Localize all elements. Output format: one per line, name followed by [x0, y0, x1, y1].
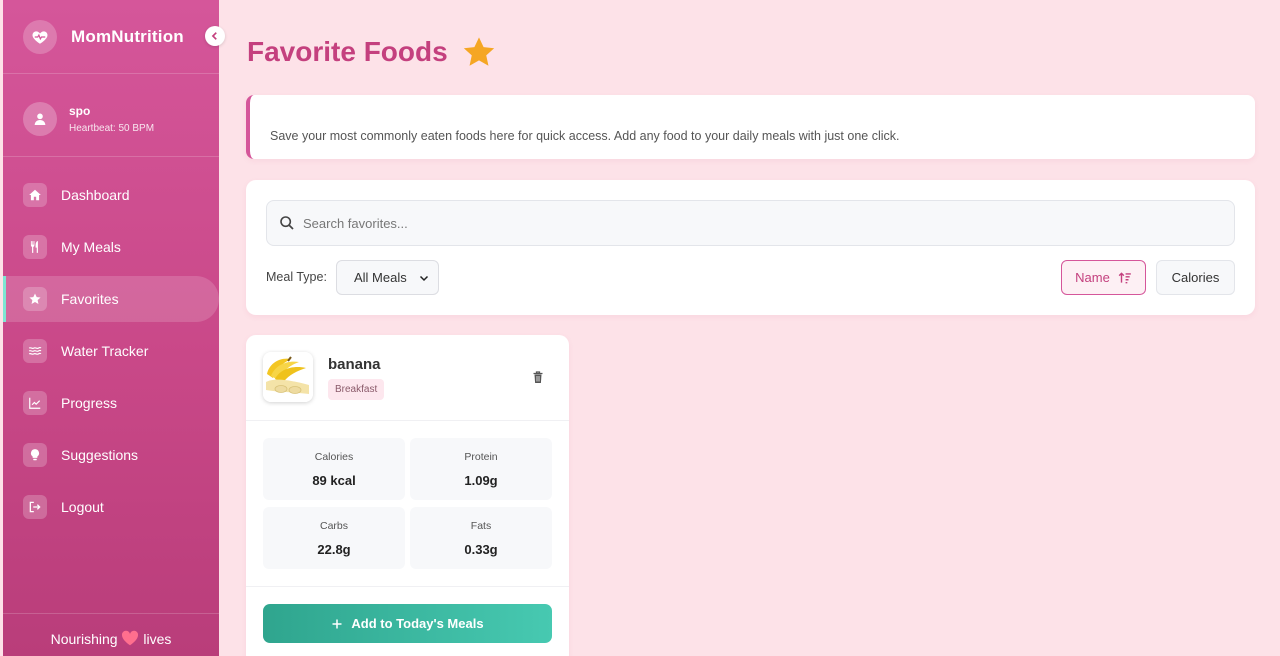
protein-stat: Protein 1.09g: [410, 438, 552, 500]
star-icon: [463, 37, 494, 66]
stat-value: 0.33g: [464, 542, 498, 557]
sort-by-calories-button[interactable]: Calories: [1156, 260, 1235, 295]
calories-stat: Calories 89 kcal: [263, 438, 405, 500]
user-icon: [34, 113, 46, 125]
heart-icon: [122, 630, 139, 646]
sidebar-item-progress[interactable]: Progress: [3, 380, 219, 426]
user-profile[interactable]: spo Heartbeat: 50 BPM: [23, 102, 154, 136]
add-to-todays-meals-button[interactable]: Add to Today's Meals: [263, 604, 552, 643]
fats-stat: Fats 0.33g: [410, 507, 552, 569]
footer-text-right: lives: [143, 631, 172, 647]
footer-text-left: Nourishing: [50, 631, 118, 647]
stat-value: 89 kcal: [312, 473, 356, 488]
heart-pulse-icon: [23, 20, 57, 54]
chart-line-icon: [23, 391, 47, 415]
food-name: banana: [328, 356, 381, 373]
utensils-icon: [23, 235, 47, 259]
sidebar-item-label: Suggestions: [61, 447, 139, 463]
search-box[interactable]: [266, 200, 1235, 246]
search-input[interactable]: [303, 215, 1203, 231]
info-banner: Save your most commonly eaten foods here…: [246, 95, 1255, 159]
sort-name-label: Name: [1075, 270, 1110, 285]
sidebar-item-dashboard[interactable]: Dashboard: [3, 172, 219, 218]
logout-icon: [23, 495, 47, 519]
stat-label: Calories: [314, 451, 354, 463]
lightbulb-icon: [23, 443, 47, 467]
carbs-stat: Carbs 22.8g: [263, 507, 405, 569]
plus-icon: [332, 619, 342, 628]
brand[interactable]: MomNutrition: [23, 20, 184, 54]
sort-ascending-icon: [1118, 271, 1131, 283]
sidebar-item-label: Logout: [61, 499, 104, 515]
meal-tag: Breakfast: [328, 379, 385, 400]
sidebar-divider: [3, 73, 219, 74]
sidebar-item-water-tracker[interactable]: Water Tracker: [3, 328, 219, 374]
user-heartbeat: Heartbeat: 50 BPM: [69, 123, 155, 134]
sidebar-item-logout[interactable]: Logout: [3, 484, 219, 530]
meal-type-select[interactable]: All Meals: [336, 260, 439, 295]
chevron-down-icon: [419, 275, 429, 282]
trash-icon: [533, 371, 543, 383]
sort-calories-label: Calories: [1171, 270, 1220, 285]
banana-icon: [263, 352, 313, 402]
stat-value: 22.8g: [317, 542, 351, 557]
stat-label: Carbs: [319, 520, 348, 532]
add-button-label: Add to Today's Meals: [351, 616, 484, 631]
page-title-text: Favorite Foods: [247, 36, 448, 67]
sidebar: MomNutrition spo Heartbeat: 50 BPM Dashb…: [3, 0, 219, 656]
page-title: Favorite Foods: [247, 36, 496, 68]
chevron-left-icon: [211, 32, 217, 40]
card-divider: [246, 586, 569, 587]
sidebar-item-label: Favorites: [61, 291, 119, 307]
info-text: Save your most commonly eaten foods here…: [270, 129, 900, 143]
sidebar-item-label: Dashboard: [61, 187, 130, 203]
food-card: banana Breakfast Calories 89 kcal Protei…: [246, 335, 569, 656]
sidebar-item-suggestions[interactable]: Suggestions: [3, 432, 219, 478]
sidebar-item-label: My Meals: [61, 239, 121, 255]
stat-label: Protein: [464, 451, 498, 463]
brand-name: MomNutrition: [71, 27, 184, 46]
star-icon: [23, 287, 47, 311]
filter-panel: Meal Type: All Meals Name Calories: [246, 180, 1255, 315]
sidebar-item-my-meals[interactable]: My Meals: [3, 224, 219, 270]
sidebar-nav: Dashboard My Meals Favorites Water Track…: [3, 172, 219, 536]
home-icon: [23, 183, 47, 207]
sidebar-footer: Nourishing lives: [3, 630, 219, 647]
avatar: [23, 102, 57, 136]
sidebar-item-label: Progress: [61, 395, 118, 411]
food-image: [263, 352, 313, 402]
meal-type-label: Meal Type:: [266, 270, 327, 284]
sidebar-item-favorites[interactable]: Favorites: [3, 276, 219, 322]
sidebar-item-label: Water Tracker: [61, 343, 149, 359]
sidebar-collapse-button[interactable]: [205, 26, 225, 46]
search-icon: [280, 216, 294, 230]
meal-type-value: All Meals: [354, 270, 407, 285]
sort-by-name-button[interactable]: Name: [1061, 260, 1146, 295]
sidebar-divider: [3, 613, 219, 614]
stat-value: 1.09g: [464, 473, 498, 488]
sidebar-divider: [3, 156, 219, 157]
water-icon: [23, 339, 47, 363]
delete-button[interactable]: [532, 371, 544, 389]
stat-label: Fats: [470, 520, 492, 532]
card-divider: [246, 420, 569, 421]
user-name: spo: [69, 104, 91, 118]
